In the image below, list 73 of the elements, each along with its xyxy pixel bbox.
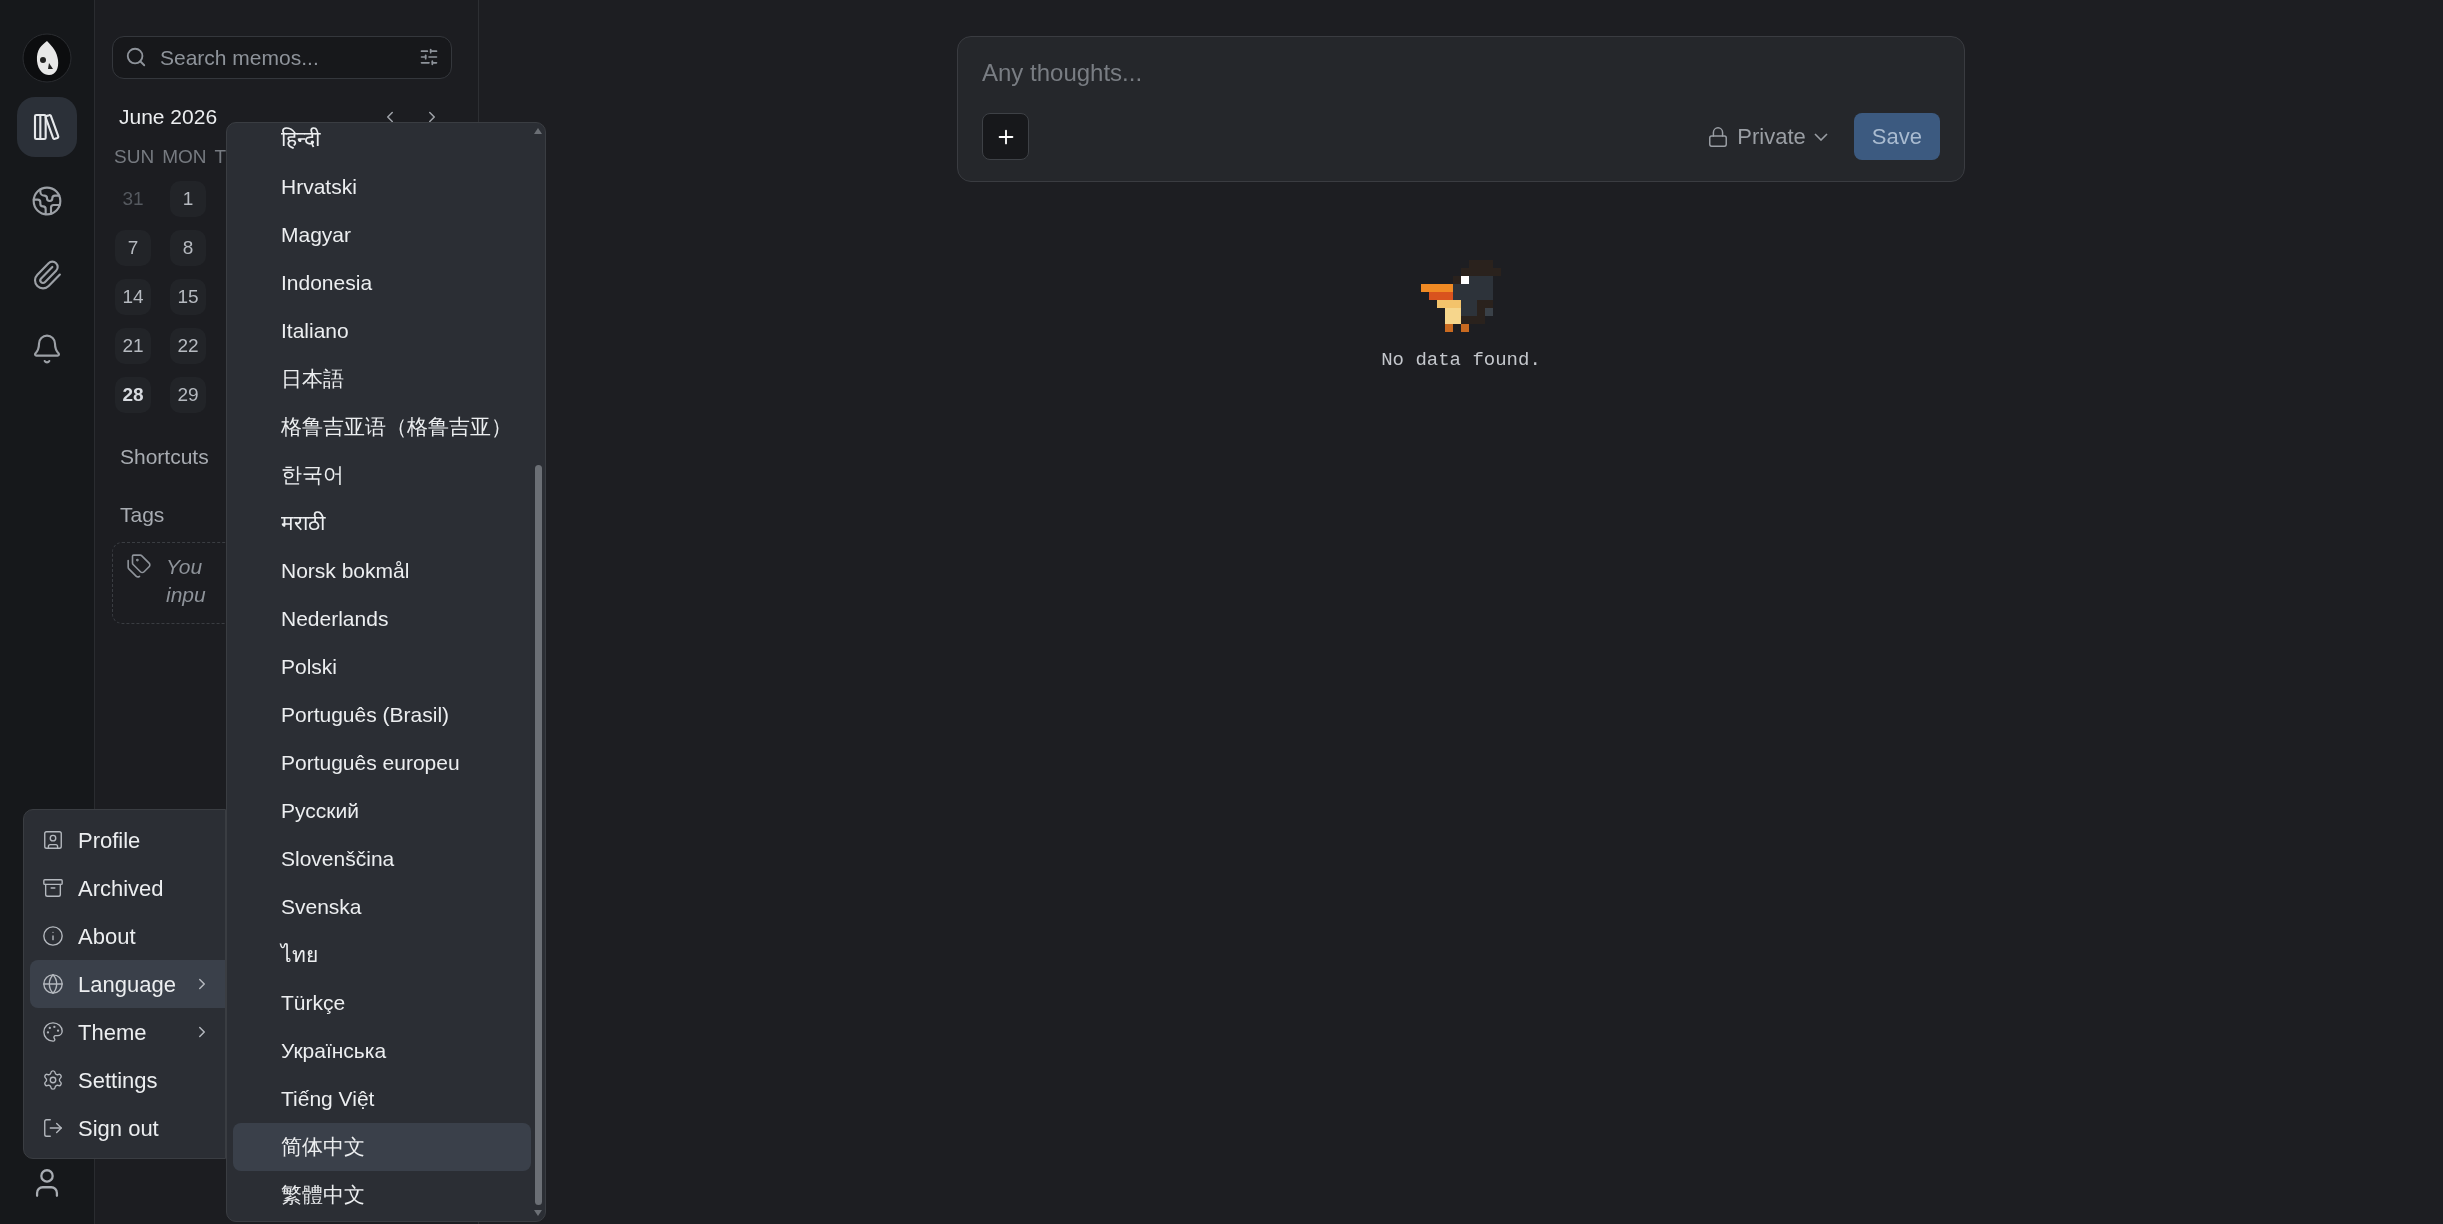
signout-icon (42, 1117, 64, 1139)
calendar-day[interactable]: 1 (170, 181, 206, 217)
save-button[interactable]: Save (1853, 113, 1940, 160)
tag-icon (126, 553, 152, 579)
language-option[interactable]: Русский (233, 787, 531, 835)
add-button[interactable] (982, 113, 1029, 160)
language-option[interactable]: Türkçe (233, 979, 531, 1027)
empty-message: No data found. (1381, 348, 1541, 373)
language-option[interactable]: Português europeu (233, 739, 531, 787)
language-option[interactable]: Magyar (233, 211, 531, 259)
language-option[interactable]: Português (Brasil) (233, 691, 531, 739)
language-option[interactable]: ไทย (233, 931, 531, 979)
tags-hint-text: You inpu (166, 554, 206, 608)
language-option[interactable]: Nederlands (233, 595, 531, 643)
profile-icon (42, 829, 64, 851)
calendar-day[interactable]: 28 (115, 377, 151, 413)
calendar-month: June 2026 (119, 104, 219, 130)
menu-item[interactable]: Profile (30, 816, 225, 864)
attachments-icon (31, 259, 63, 291)
notifications-icon (31, 333, 63, 365)
search-field[interactable]: Search memos... (112, 36, 452, 79)
calendar-day[interactable]: 15 (170, 279, 206, 315)
menu-item[interactable]: Archived (30, 864, 225, 912)
language-option[interactable]: 한국어 (233, 451, 531, 499)
menu-item[interactable]: Theme (30, 1008, 225, 1056)
weekday-label: SUN (114, 144, 155, 169)
library-nav-button[interactable] (17, 97, 77, 157)
menu-item[interactable]: Sign out (30, 1104, 225, 1152)
language-option[interactable]: Polski (233, 643, 531, 691)
lock-icon (1707, 125, 1730, 148)
language-option[interactable]: Svenska (233, 883, 531, 931)
memo-input[interactable]: Any thoughts... (982, 55, 1940, 91)
calendar-day[interactable]: 21 (115, 328, 151, 364)
section-heading: Tags (119, 501, 165, 528)
scroll-down-icon[interactable] (533, 1209, 543, 1217)
weekday-label: T (214, 144, 227, 169)
toucan-icon (1421, 260, 1501, 332)
language-option[interactable]: Tiếng Việt (233, 1075, 531, 1123)
calendar-day[interactable]: 7 (115, 230, 151, 266)
menu-item[interactable]: Language (30, 960, 225, 1008)
chevron-down-icon (1813, 132, 1828, 141)
weekday-label: MON (162, 144, 207, 169)
language-icon (42, 973, 64, 995)
section-heading: Shortcuts (119, 444, 209, 470)
language-option[interactable]: मराठी (233, 499, 531, 547)
language-option[interactable]: हिन्दी (233, 123, 531, 163)
language-option[interactable]: 日本語 (233, 355, 531, 403)
calendar-day[interactable]: 22 (170, 328, 206, 364)
scroll-up-icon[interactable] (533, 127, 543, 135)
archive-icon (42, 877, 64, 899)
settings-icon (42, 1069, 64, 1091)
logo-icon[interactable] (22, 33, 72, 83)
about-icon (42, 925, 64, 947)
language-option[interactable]: Hrvatski (233, 163, 531, 211)
language-option[interactable]: 繁體中文 (233, 1171, 531, 1219)
search-icon (125, 46, 147, 68)
language-option[interactable]: 格鲁吉亚语（格鲁吉亚） (233, 403, 531, 451)
explore-icon (31, 185, 63, 217)
theme-icon (42, 1021, 64, 1043)
calendar-day[interactable]: 29 (170, 377, 206, 413)
scrollbar-thumb[interactable] (534, 465, 542, 1205)
language-option[interactable]: Slovenščina (233, 835, 531, 883)
language-option[interactable]: Italiano (233, 307, 531, 355)
menu-item[interactable]: Settings (30, 1056, 225, 1104)
filter-icon[interactable] (419, 47, 439, 67)
menu-item[interactable]: About (30, 912, 225, 960)
language-option[interactable]: Indonesia (233, 259, 531, 307)
language-option[interactable]: 简体中文 (233, 1123, 531, 1171)
calendar-day[interactable]: 8 (170, 230, 206, 266)
language-option[interactable]: Українська (233, 1027, 531, 1075)
visibility-selector[interactable]: Private (1707, 120, 1828, 153)
language-option[interactable]: Norsk bokmål (233, 547, 531, 595)
calendar-day[interactable]: 14 (115, 279, 151, 315)
